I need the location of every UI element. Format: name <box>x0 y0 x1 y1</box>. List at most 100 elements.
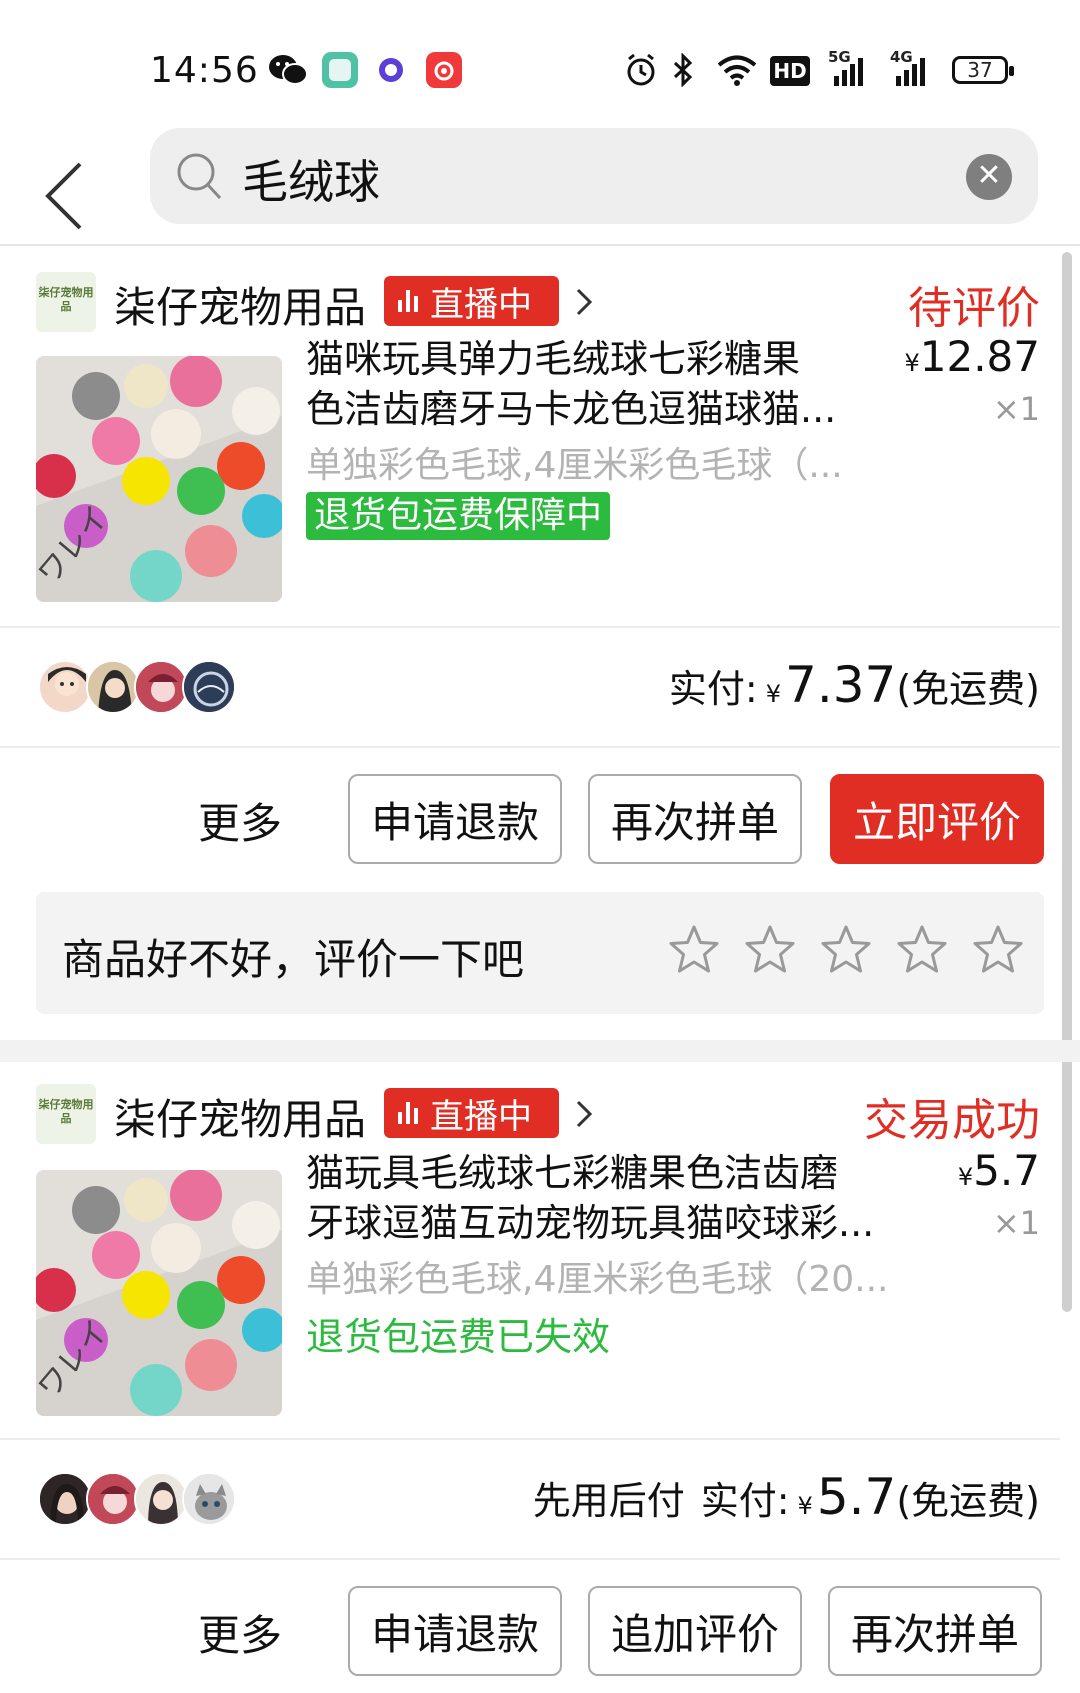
status-bar: 14:56 HD 5G 4G 37 <box>0 0 1080 120</box>
scrollbar[interactable] <box>1062 252 1072 1312</box>
currency-symbol: ¥ <box>957 1163 974 1191</box>
shop-logo[interactable]: 柒仔宠物用品 <box>36 272 96 332</box>
product-title[interactable]: 猫咪玩具弹力毛绒球七彩糖果 色洁齿磨牙马卡龙色逗猫球猫... <box>306 334 896 434</box>
group-avatars[interactable] <box>38 1472 258 1526</box>
request-refund-button[interactable]: 申请退款 <box>348 774 562 864</box>
product-title[interactable]: 猫玩具毛绒球七彩糖果色洁齿磨 牙球逗猫互动宠物玩具猫咬球彩... <box>306 1148 896 1248</box>
order-card: 柒仔宠物用品 柒仔宠物用品 直播中 交易成功 ワレイ 猫玩具毛绒球七彩糖果色洁齿… <box>0 1062 1060 1693</box>
search-icon <box>177 153 222 200</box>
live-badge[interactable]: 直播中 <box>384 1088 559 1138</box>
paid-amount: 5.7 <box>816 1468 897 1526</box>
avatar <box>134 1472 188 1526</box>
hd-voice-icon: HD <box>770 56 810 86</box>
group-avatars[interactable] <box>38 660 258 714</box>
rating-prompt: 商品好不好，评价一下吧 <box>36 892 1044 1014</box>
guarantee-status: 退货包运费已失效 <box>306 1315 611 1359</box>
netease-music-icon <box>426 52 462 88</box>
app-notification-icon <box>376 52 406 88</box>
close-icon: ✕ <box>976 158 1002 193</box>
avatar <box>38 660 92 714</box>
live-sound-icon <box>398 290 418 312</box>
divider <box>0 746 1060 748</box>
live-badge[interactable]: 直播中 <box>384 276 559 326</box>
rating-prompt-text: 商品好不好，评价一下吧 <box>62 935 525 984</box>
divider <box>0 1558 1060 1560</box>
app-notification-icon <box>322 52 358 88</box>
avatar <box>182 1472 236 1526</box>
signal-5g-icon <box>834 56 863 86</box>
shop-name[interactable]: 柒仔宠物用品 <box>114 1086 366 1147</box>
product-image[interactable]: ワレイ <box>36 356 282 602</box>
product-title-line: 色洁齿磨牙马卡龙色逗猫球猫... <box>306 387 837 431</box>
battery-icon: 37 <box>952 56 1014 84</box>
star-icon[interactable] <box>666 922 722 978</box>
wechat-icon <box>268 52 308 88</box>
bluetooth-icon <box>672 52 694 88</box>
reorder-button[interactable]: 再次拼单 <box>828 1586 1042 1676</box>
currency-symbol: ¥ <box>797 1492 813 1520</box>
shop-name[interactable]: 柒仔宠物用品 <box>114 274 366 335</box>
signal-4g-icon <box>896 56 925 86</box>
currency-symbol: ¥ <box>904 349 920 377</box>
avatar <box>38 1472 92 1526</box>
paid-amount: 7.37 <box>785 656 897 714</box>
avatar <box>86 1472 140 1526</box>
guarantee-badge[interactable]: 退货包运费保障中 <box>306 492 611 540</box>
paid-label: 实付: <box>700 1479 790 1523</box>
divider <box>0 1438 1060 1440</box>
more-button[interactable]: 更多 <box>198 1602 282 1663</box>
divider <box>0 626 1060 628</box>
shipping-note: (免运费) <box>896 1479 1040 1523</box>
star-icon[interactable] <box>742 922 798 978</box>
product-title-line: 牙球逗猫互动宠物玩具猫咬球彩... <box>306 1201 875 1245</box>
product-title-line: 猫玩具毛绒球七彩糖果色洁齿磨 <box>306 1151 839 1195</box>
shipping-note: (免运费) <box>896 667 1040 711</box>
product-spec: 单独彩色毛球,4厘米彩色毛球（... <box>306 445 843 486</box>
live-label: 直播中 <box>430 1096 532 1137</box>
star-icon[interactable] <box>970 922 1026 978</box>
more-button[interactable]: 更多 <box>198 790 282 851</box>
review-now-button[interactable]: 立即评价 <box>830 774 1044 864</box>
paid-summary: 先用后付 实付: ¥ 5.7 (免运费) <box>533 1468 1040 1526</box>
product-image[interactable]: ワレイ <box>36 1170 282 1416</box>
chevron-left-icon <box>45 162 82 230</box>
product-spec: 单独彩色毛球,4厘米彩色毛球（20... <box>306 1259 886 1300</box>
add-review-button[interactable]: 追加评价 <box>588 1586 802 1676</box>
product-title-line: 猫咪玩具弹力毛绒球七彩糖果 <box>306 337 801 381</box>
order-status: 交易成功 <box>864 1095 1040 1146</box>
currency-symbol: ¥ <box>765 680 782 708</box>
paid-label: 实付: <box>668 667 758 711</box>
star-icon[interactable] <box>818 922 874 978</box>
status-time: 14:56 <box>150 50 259 91</box>
live-sound-icon <box>398 1102 418 1124</box>
pompom-balls-image: ワレイ <box>36 1170 282 1416</box>
search-header: 毛绒球 ✕ <box>0 120 1080 246</box>
avatar <box>86 660 140 714</box>
product-price: ¥12.87 <box>904 332 1040 381</box>
star-icon[interactable] <box>894 922 950 978</box>
wifi-icon <box>716 52 758 88</box>
price-value: 12.87 <box>919 332 1040 381</box>
avatar <box>134 660 188 714</box>
clear-search-button[interactable]: ✕ <box>966 154 1012 200</box>
order-status: 待评价 <box>908 283 1040 334</box>
avatar <box>182 660 236 714</box>
section-divider <box>0 1040 1080 1062</box>
product-quantity: ×1 <box>992 390 1040 428</box>
star-rating[interactable] <box>666 922 1026 978</box>
reorder-button[interactable]: 再次拼单 <box>588 774 802 864</box>
search-input[interactable]: 毛绒球 <box>242 146 380 212</box>
chevron-right-icon[interactable] <box>572 282 596 322</box>
search-box[interactable]: 毛绒球 ✕ <box>150 128 1038 224</box>
alarm-icon <box>624 52 658 88</box>
product-price: ¥5.7 <box>958 1146 1040 1195</box>
back-button[interactable] <box>38 140 98 240</box>
product-quantity: ×1 <box>992 1204 1040 1242</box>
pay-later-label: 先用后付 <box>532 1479 685 1523</box>
chevron-right-icon[interactable] <box>572 1094 596 1134</box>
pompom-balls-image: ワレイ <box>36 356 282 602</box>
live-label: 直播中 <box>430 284 532 325</box>
shop-logo[interactable]: 柒仔宠物用品 <box>36 1084 96 1144</box>
request-refund-button[interactable]: 申请退款 <box>348 1586 562 1676</box>
price-value: 5.7 <box>973 1146 1040 1195</box>
